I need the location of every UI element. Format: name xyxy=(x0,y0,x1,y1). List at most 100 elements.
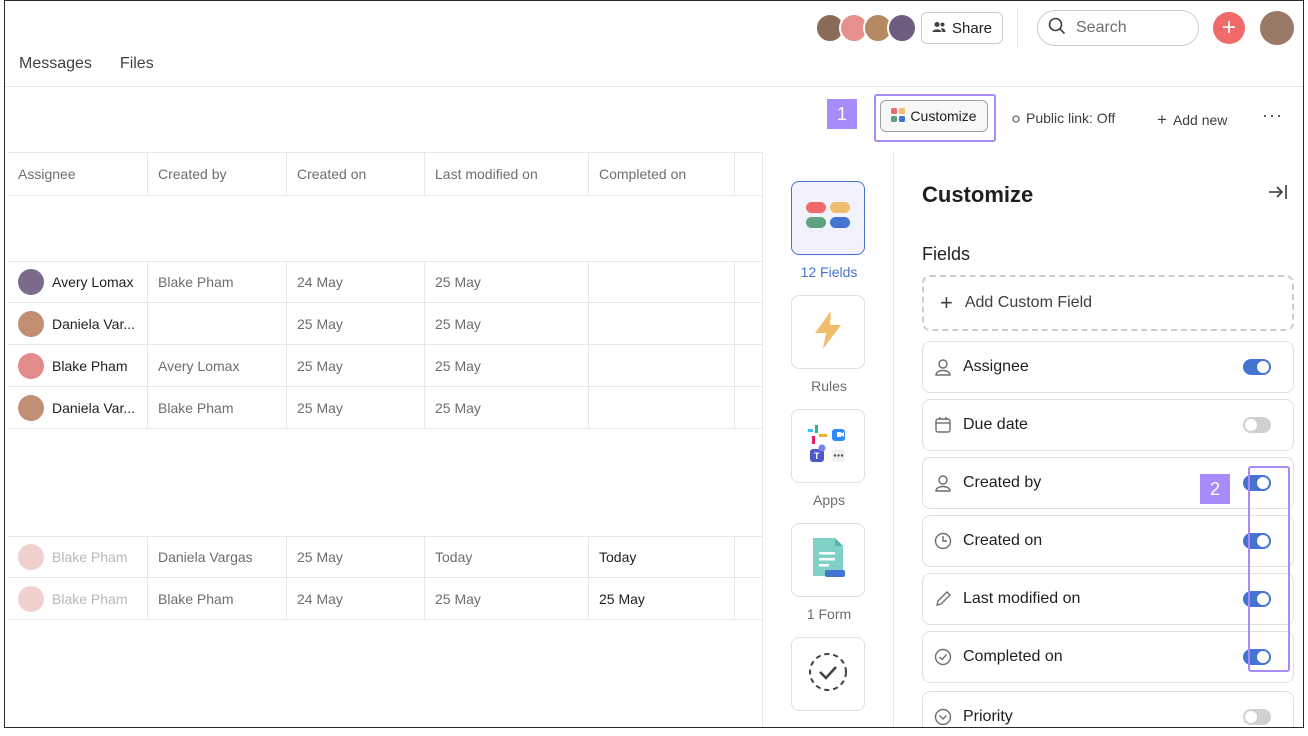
more-options-button[interactable]: ··· xyxy=(1262,105,1283,126)
field-row-due-date[interactable]: Due date xyxy=(922,399,1294,451)
assignee-cell[interactable]: Avery Lomax xyxy=(8,262,148,302)
field-row-last-modified[interactable]: Last modified on xyxy=(922,573,1294,625)
avatar xyxy=(18,310,44,337)
completed-on-cell[interactable] xyxy=(589,262,735,302)
avatar xyxy=(18,544,44,570)
assignee-cell[interactable]: Daniela Var... xyxy=(8,387,148,428)
field-toggle[interactable] xyxy=(1243,359,1271,375)
people-icon xyxy=(932,20,946,37)
plus-icon: + xyxy=(1157,110,1167,129)
share-button[interactable]: Share xyxy=(921,12,1004,44)
search-icon xyxy=(1048,17,1066,40)
rules-tile[interactable] xyxy=(791,295,865,369)
completed-on-cell[interactable]: 25 May xyxy=(589,578,735,619)
completed-on-cell[interactable] xyxy=(589,387,735,428)
created-on-cell[interactable]: 24 May xyxy=(287,578,425,619)
assignee-name: Avery Lomax xyxy=(52,274,134,290)
created-by-cell[interactable]: Blake Pham xyxy=(148,578,287,619)
assignee-cell[interactable]: Blake Pham xyxy=(8,345,148,386)
assignee-cell[interactable]: Blake Pham xyxy=(8,578,148,619)
fields-tile[interactable] xyxy=(791,181,865,255)
task-templates-tile[interactable] xyxy=(791,637,865,711)
add-button[interactable]: + xyxy=(1213,12,1245,44)
check-circle-icon xyxy=(933,647,953,667)
current-user-avatar[interactable] xyxy=(1260,11,1294,45)
apps-tile-label[interactable]: Apps xyxy=(763,492,895,508)
public-link-toggle[interactable]: Public link: Off xyxy=(1012,110,1115,126)
highlight-box-toggles xyxy=(1248,466,1290,672)
field-row-assignee[interactable]: Assignee xyxy=(922,341,1294,393)
plus-icon: + xyxy=(1221,14,1236,41)
last-modified-cell[interactable]: 25 May xyxy=(425,578,589,619)
created-by-cell[interactable]: Avery Lomax xyxy=(148,345,287,386)
column-header-created-on[interactable]: Created on xyxy=(287,153,425,195)
customize-button[interactable]: Customize xyxy=(880,100,988,132)
completed-on-cell[interactable]: Today xyxy=(589,537,735,577)
field-label: Completed on xyxy=(963,648,1063,665)
column-header-created-by[interactable]: Created by xyxy=(148,153,287,195)
avatar[interactable] xyxy=(887,13,917,43)
assignee-name: Blake Pham xyxy=(52,590,128,607)
last-modified-cell[interactable]: 25 May xyxy=(425,262,589,302)
customize-panel: Customize Fields + Add Custom Field Assi… xyxy=(894,152,1303,727)
person-icon xyxy=(933,357,953,377)
table-row[interactable]: Daniela Var... 25 May 25 May xyxy=(8,303,764,345)
grid-icon xyxy=(891,107,906,125)
step-marker-1: 1 xyxy=(827,99,857,129)
table-row[interactable]: Blake Pham Blake Pham 24 May 25 May 25 M… xyxy=(8,578,764,620)
tab-files[interactable]: Files xyxy=(120,55,154,73)
rules-tile-label[interactable]: Rules xyxy=(763,378,895,394)
avatar xyxy=(18,585,44,612)
add-new-button[interactable]: + Add new xyxy=(1157,110,1227,130)
search-placeholder: Search xyxy=(1076,19,1127,36)
table-row[interactable]: Blake Pham Daniela Vargas 25 May Today T… xyxy=(8,536,764,578)
last-modified-cell[interactable]: 25 May xyxy=(425,345,589,386)
circle-icon xyxy=(1012,110,1020,126)
created-by-cell[interactable] xyxy=(148,303,287,344)
created-by-cell[interactable]: Daniela Vargas xyxy=(148,537,287,577)
last-modified-cell[interactable]: Today xyxy=(425,537,589,577)
field-toggle[interactable] xyxy=(1243,709,1271,725)
member-avatars[interactable] xyxy=(815,13,917,43)
last-modified-cell[interactable]: 25 May xyxy=(425,387,589,428)
forms-tile[interactable] xyxy=(791,523,865,597)
assignee-cell[interactable]: Blake Pham xyxy=(8,537,148,577)
collapse-panel-icon[interactable] xyxy=(1268,184,1288,205)
created-on-cell[interactable]: 25 May xyxy=(287,537,425,577)
field-row-created-by[interactable]: Created by xyxy=(922,457,1294,509)
chevron-circle-icon xyxy=(933,707,953,727)
created-by-cell[interactable]: Blake Pham xyxy=(148,387,287,428)
field-row-priority[interactable]: Priority xyxy=(922,691,1294,727)
last-modified-cell[interactable]: 25 May xyxy=(425,303,589,344)
column-header-completed-on[interactable]: Completed on xyxy=(589,153,735,195)
completed-on-cell[interactable] xyxy=(589,303,735,344)
app-window: Share Search + Messages Files 1 Customiz… xyxy=(4,0,1304,728)
created-on-cell[interactable]: 24 May xyxy=(287,262,425,302)
clock-icon xyxy=(933,531,953,551)
tab-messages[interactable]: Messages xyxy=(19,55,92,73)
created-on-cell[interactable]: 25 May xyxy=(287,303,425,344)
add-custom-field-button[interactable]: + Add Custom Field xyxy=(922,275,1294,331)
table-row[interactable]: Blake Pham Avery Lomax 25 May 25 May xyxy=(8,345,764,387)
column-header-last-modified[interactable]: Last modified on xyxy=(425,153,589,195)
svg-text:T: T xyxy=(814,451,820,461)
created-by-cell[interactable]: Blake Pham xyxy=(148,262,287,302)
assignee-cell[interactable]: Daniela Var... xyxy=(8,303,148,344)
created-on-cell[interactable]: 25 May xyxy=(287,345,425,386)
avatar xyxy=(18,352,44,379)
field-label: Last modified on xyxy=(963,590,1081,607)
table-row[interactable]: Avery Lomax Blake Pham 24 May 25 May xyxy=(8,261,764,303)
completed-on-cell[interactable] xyxy=(589,345,735,386)
field-row-completed-on[interactable]: Completed on xyxy=(922,631,1294,683)
created-on-cell[interactable]: 25 May xyxy=(287,387,425,428)
field-row-created-on[interactable]: Created on xyxy=(922,515,1294,567)
table-row[interactable]: Daniela Var... Blake Pham 25 May 25 May xyxy=(8,387,764,429)
fields-tile-label[interactable]: 12 Fields xyxy=(763,264,895,280)
column-header-assignee[interactable]: Assignee xyxy=(8,153,148,195)
apps-tile[interactable]: T xyxy=(791,409,865,483)
search-input[interactable]: Search xyxy=(1037,10,1199,46)
divider xyxy=(5,86,1303,87)
fields-icon xyxy=(806,201,850,235)
field-toggle[interactable] xyxy=(1243,417,1271,433)
forms-tile-label[interactable]: 1 Form xyxy=(763,606,895,622)
